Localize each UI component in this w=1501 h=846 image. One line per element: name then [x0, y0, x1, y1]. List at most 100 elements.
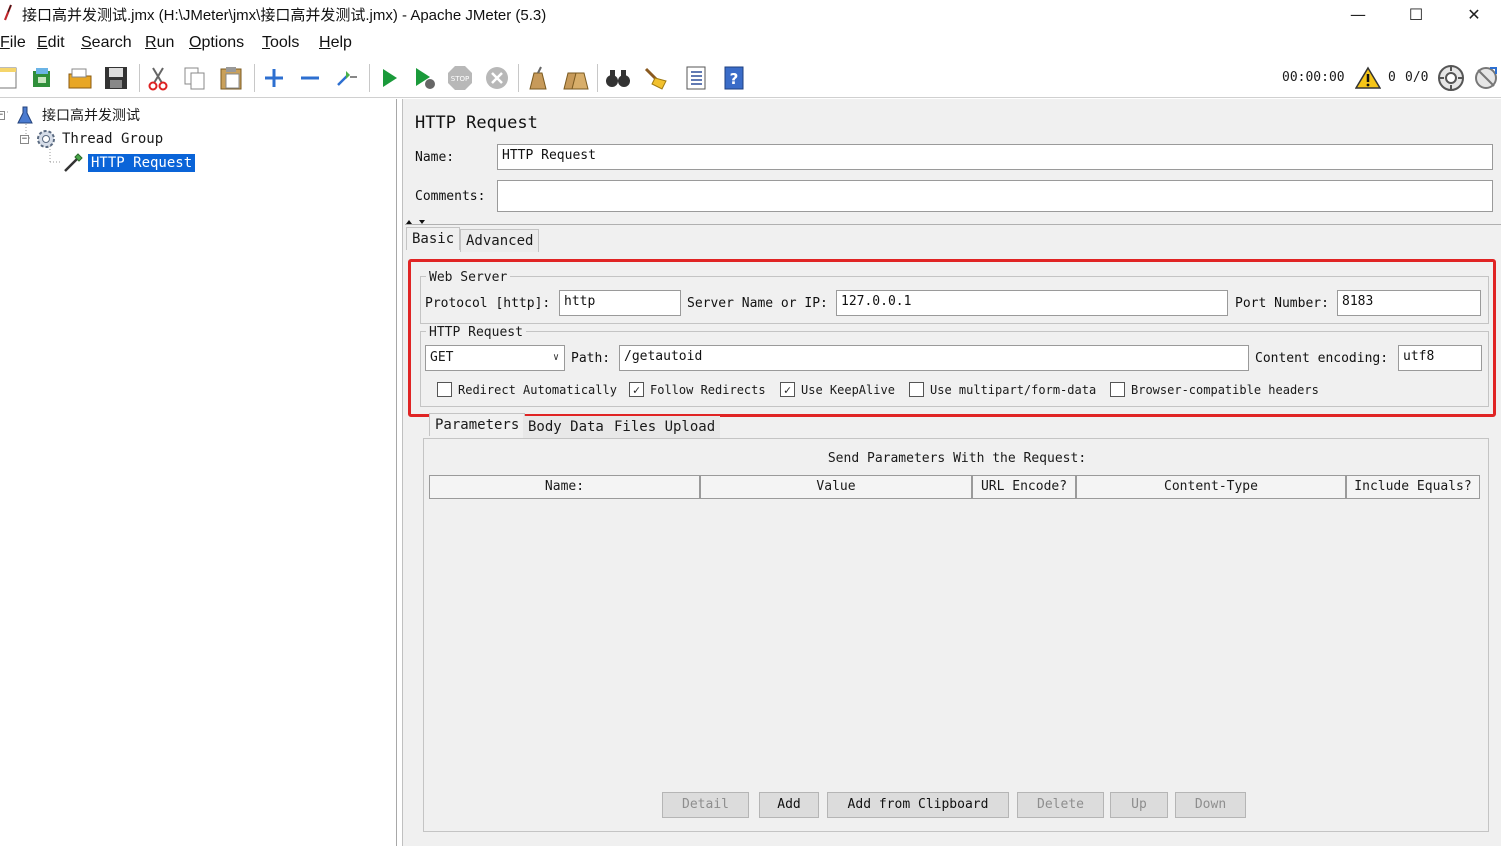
add-from-clipboard-button[interactable]: Add from Clipboard	[827, 792, 1009, 818]
name-label: Name:	[415, 150, 455, 165]
maximize-button[interactable]: ☐	[1387, 0, 1445, 28]
page-title: HTTP Request	[415, 113, 538, 133]
open-icon[interactable]	[66, 64, 94, 92]
checkbox-box[interactable]	[909, 382, 924, 397]
collapse-toggle-icon[interactable]: −	[20, 134, 29, 144]
http-request-group-title: HTTP Request	[426, 325, 526, 340]
collapse-icon[interactable]	[296, 64, 324, 92]
start-icon[interactable]	[375, 64, 403, 92]
comments-label: Comments:	[415, 189, 486, 204]
clear-icon[interactable]	[524, 64, 552, 92]
protocol-field[interactable]: http	[559, 290, 681, 316]
tab-advanced[interactable]: Advanced	[460, 229, 540, 252]
browser-compatible-headers-checkbox[interactable]: Browser-compatible headers	[1110, 382, 1319, 397]
content-encoding-label: Content encoding:	[1255, 351, 1389, 366]
save-icon[interactable]	[102, 64, 130, 92]
follow-redirects-checkbox[interactable]: ✓ Follow Redirects	[629, 382, 766, 397]
split-arrows-icon[interactable]	[405, 218, 429, 226]
toolbar-separator	[518, 64, 519, 92]
tab-basic[interactable]: Basic	[406, 227, 461, 250]
thread-group-gear-icon	[37, 130, 55, 148]
method-select[interactable]: GET ∨	[425, 345, 565, 371]
port-field[interactable]: 8183	[1337, 290, 1481, 316]
search-icon[interactable]	[604, 64, 632, 92]
parameters-panel: Send Parameters With the Request: Name: …	[423, 438, 1489, 832]
minimize-button[interactable]: —	[1329, 0, 1387, 28]
up-button[interactable]: Up	[1110, 792, 1168, 818]
toolbar-separator	[369, 64, 370, 92]
column-header-value[interactable]: Value	[700, 475, 972, 499]
toggle-icon[interactable]	[333, 64, 361, 92]
http-request-editor: HTTP Request Name: HTTP Request Comments…	[402, 99, 1501, 846]
checkmark-icon[interactable]: ✓	[629, 382, 644, 397]
tree-node-thread-group[interactable]: − Thread Group	[20, 128, 166, 150]
svg-text:?: ?	[730, 70, 739, 88]
down-button[interactable]: Down	[1175, 792, 1246, 818]
server-name-field[interactable]: 127.0.0.1	[836, 290, 1228, 316]
add-button[interactable]: Add	[759, 792, 819, 818]
web-server-title: Web Server	[426, 270, 511, 285]
name-field[interactable]: HTTP Request	[497, 144, 1493, 170]
menu-search[interactable]: Search	[81, 34, 132, 52]
close-button[interactable]: ✕	[1445, 0, 1501, 28]
title-bar: 接口高并发测试.jmx (H:\JMeter\jmx\接口高并发测试.jmx) …	[0, 0, 1501, 28]
redirect-automatically-checkbox[interactable]: Redirect Automatically	[437, 382, 617, 397]
warning-icon[interactable]	[1354, 64, 1382, 92]
comments-field[interactable]	[497, 180, 1493, 212]
svg-text:STOP: STOP	[451, 75, 469, 83]
checkbox-box[interactable]	[437, 382, 452, 397]
column-header-url-encode[interactable]: URL Encode?	[972, 475, 1076, 499]
tab-parameters[interactable]: Parameters	[429, 413, 526, 436]
use-keepalive-checkbox[interactable]: ✓ Use KeepAlive	[780, 382, 895, 397]
column-header-name[interactable]: Name:	[429, 475, 700, 499]
split-pane-divider[interactable]	[405, 215, 1501, 225]
column-header-include-equals[interactable]: Include Equals?	[1346, 475, 1480, 499]
active-threads: 0/0	[1405, 70, 1429, 85]
reset-search-icon[interactable]	[641, 64, 669, 92]
multipart-checkbox[interactable]: Use multipart/form-data	[909, 382, 1096, 397]
toolbar: STOP ? 00:00:00 0 0/0	[0, 58, 1501, 98]
cut-icon[interactable]	[144, 64, 172, 92]
new-icon[interactable]	[0, 64, 22, 92]
menu-run[interactable]: Run	[145, 34, 174, 52]
delete-button[interactable]: Delete	[1017, 792, 1104, 818]
paste-icon[interactable]	[217, 64, 245, 92]
test-plan-flask-icon	[17, 106, 33, 124]
shutdown-icon[interactable]	[483, 64, 511, 92]
menu-help[interactable]: Help	[319, 34, 352, 52]
window-title: 接口高并发测试.jmx (H:\JMeter\jmx\接口高并发测试.jmx) …	[22, 7, 547, 24]
content-encoding-field[interactable]: utf8	[1398, 345, 1482, 371]
clear-all-icon[interactable]	[561, 64, 589, 92]
protocol-label: Protocol [http]:	[425, 296, 551, 311]
test-plan-tree: − 接口高并发测试 − Thread Group HTTP Request	[0, 99, 397, 846]
expand-icon[interactable]	[260, 64, 288, 92]
tab-files-upload[interactable]: Files Upload	[609, 416, 721, 438]
function-helper-icon[interactable]	[682, 64, 710, 92]
toolbar-separator	[139, 64, 140, 92]
collapse-toggle-icon[interactable]: −	[0, 110, 5, 120]
detail-button[interactable]: Detail	[662, 792, 749, 818]
tree-node-http-request[interactable]: HTTP Request	[62, 152, 196, 174]
checkbox-box[interactable]	[1110, 382, 1125, 397]
menu-bar: File Edit Search Run Options Tools Help	[0, 30, 1501, 56]
copy-icon[interactable]	[181, 64, 209, 92]
menu-file[interactable]: File	[0, 34, 26, 52]
help-icon[interactable]: ?	[720, 64, 748, 92]
tab-body-data[interactable]: Body Data	[523, 416, 609, 438]
start-no-pause-icon[interactable]	[410, 64, 438, 92]
tree-node-test-plan[interactable]: − 接口高并发测试	[0, 104, 143, 126]
log-viewer-icon[interactable]	[1472, 64, 1500, 92]
templates-icon[interactable]	[28, 64, 56, 92]
server-name-label: Server Name or IP:	[687, 296, 828, 311]
menu-options[interactable]: Options	[189, 34, 244, 52]
menu-edit[interactable]: Edit	[37, 34, 65, 52]
jmeter-feather-icon	[3, 4, 13, 21]
stop-icon[interactable]: STOP	[446, 64, 474, 92]
checkmark-icon[interactable]: ✓	[780, 382, 795, 397]
elapsed-timer: 00:00:00	[1282, 70, 1345, 85]
parameters-caption: Send Parameters With the Request:	[827, 451, 1087, 466]
menu-tools[interactable]: Tools	[262, 34, 299, 52]
sampler-pipette-icon	[64, 153, 83, 172]
path-field[interactable]: /getautoid	[619, 345, 1249, 371]
column-header-content-type[interactable]: Content-Type	[1076, 475, 1346, 499]
